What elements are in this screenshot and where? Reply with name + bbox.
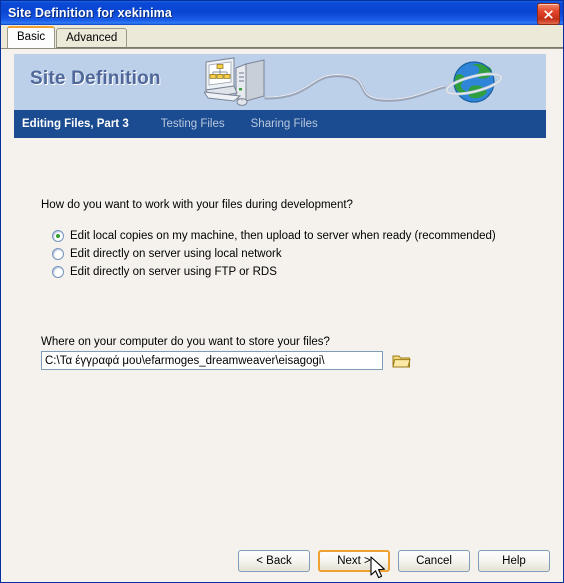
tab-advanced[interactable]: Advanced bbox=[56, 28, 128, 48]
banner: Site Definition bbox=[14, 54, 546, 110]
radio-option-local-copies[interactable]: Edit local copies on my machine, then up… bbox=[52, 227, 496, 245]
wizard-page: Site Definition Editing Files, Part 3 Te… bbox=[1, 48, 563, 582]
step-editing-files[interactable]: Editing Files, Part 3 bbox=[22, 118, 129, 130]
dialog-client-area: Basic Advanced Site Definition Editing F… bbox=[1, 25, 563, 582]
radio-ftp-rds-label: Edit directly on server using FTP or RDS bbox=[70, 266, 277, 278]
banner-artwork bbox=[204, 57, 503, 106]
computer-icon bbox=[204, 57, 265, 106]
workflow-question: How do you want to work with your files … bbox=[41, 199, 353, 211]
network-cable-icon bbox=[264, 74, 446, 102]
radio-local-network-icon[interactable] bbox=[52, 248, 64, 260]
folder-browse-icon bbox=[392, 355, 411, 367]
browse-folder-button[interactable] bbox=[391, 351, 412, 370]
workflow-radio-group: Edit local copies on my machine, then up… bbox=[52, 227, 496, 281]
step-sharing-files[interactable]: Sharing Files bbox=[251, 118, 318, 130]
step-navigation-bar: Editing Files, Part 3 Testing Files Shar… bbox=[14, 110, 546, 138]
next-button[interactable]: Next > bbox=[318, 550, 390, 572]
banner-title: Site Definition bbox=[30, 68, 161, 89]
window-title: Site Definition for xekinima bbox=[8, 6, 172, 20]
cancel-button[interactable]: Cancel bbox=[398, 550, 470, 572]
radio-ftp-rds-icon[interactable] bbox=[52, 266, 64, 278]
radio-local-copies-label: Edit local copies on my machine, then up… bbox=[70, 230, 496, 242]
local-folder-input[interactable] bbox=[41, 351, 383, 370]
site-definition-dialog: Site Definition for xekinima Basic Advan… bbox=[0, 0, 564, 583]
tab-advanced-label: Advanced bbox=[66, 32, 118, 44]
dialog-footer: < Back Next > Cancel Help bbox=[1, 549, 563, 573]
storage-location-label: Where on your computer do you want to st… bbox=[41, 336, 330, 348]
step-testing-files[interactable]: Testing Files bbox=[161, 118, 225, 130]
tab-basic-label: Basic bbox=[17, 31, 46, 43]
tab-strip: Basic Advanced bbox=[1, 25, 563, 48]
help-button[interactable]: Help bbox=[478, 550, 550, 572]
storage-location-row bbox=[41, 351, 412, 370]
wizard-page-surface: Site Definition Editing Files, Part 3 Te… bbox=[1, 49, 563, 582]
globe-icon bbox=[445, 61, 503, 103]
radio-local-copies-icon[interactable] bbox=[52, 230, 64, 242]
close-icon bbox=[544, 9, 553, 19]
radio-local-network-label: Edit directly on server using local netw… bbox=[70, 248, 282, 260]
back-button[interactable]: < Back bbox=[238, 550, 310, 572]
radio-option-local-network[interactable]: Edit directly on server using local netw… bbox=[52, 245, 496, 263]
close-button[interactable] bbox=[537, 3, 560, 25]
title-bar[interactable]: Site Definition for xekinima bbox=[1, 1, 563, 25]
radio-option-ftp-rds[interactable]: Edit directly on server using FTP or RDS bbox=[52, 263, 496, 281]
tab-basic[interactable]: Basic bbox=[7, 26, 56, 48]
